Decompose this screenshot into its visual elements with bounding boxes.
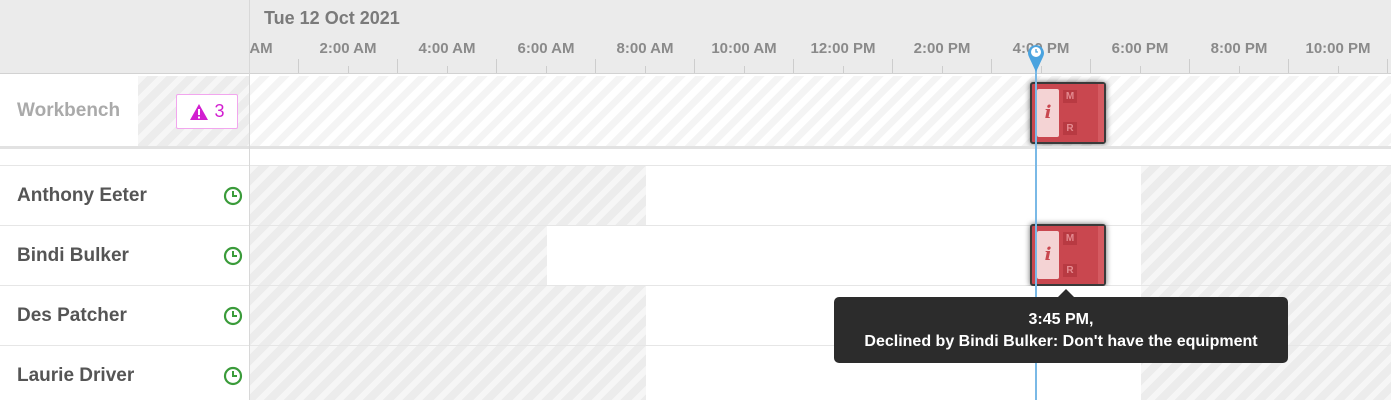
declined-job-block[interactable]: i M R: [1030, 224, 1106, 286]
time-tick-mark: [496, 59, 497, 73]
clock-icon[interactable]: [223, 246, 243, 266]
time-tick-mark: [743, 66, 745, 73]
time-tick-mark: [1090, 59, 1091, 73]
time-tick-mark: [397, 59, 398, 73]
time-tick-label: 6:00 AM: [517, 40, 575, 57]
clock-icon[interactable]: [223, 366, 243, 386]
lane-bindi-bulker[interactable]: i M R: [250, 224, 1391, 286]
resource-name: Laurie Driver: [17, 365, 135, 386]
section-divider: [0, 146, 249, 166]
time-tick-mark: [446, 66, 448, 73]
time-tick-mark: [892, 59, 893, 73]
m-flag-icon: M: [1063, 232, 1077, 245]
time-tick-label: 6:00 PM: [1111, 40, 1169, 57]
workbench-row[interactable]: Workbench 3: [0, 76, 249, 146]
time-tick-mark: [991, 59, 992, 73]
resource-column: Workbench 3 Anthony Eeter Bindi Bulker D…: [0, 0, 250, 400]
time-tick-mark: [842, 66, 844, 73]
tooltip: 3:45 PM, Declined by Bindi Bulker: Don't…: [834, 297, 1288, 363]
time-tick-label: 12:00 PM: [810, 40, 876, 57]
clock-icon[interactable]: [223, 186, 243, 206]
tooltip-arrow: [1058, 289, 1074, 297]
time-tick-mark: [644, 66, 646, 73]
resource-row-laurie-driver[interactable]: Laurie Driver: [0, 346, 249, 400]
section-divider: [250, 146, 1391, 166]
resource-name: Bindi Bulker: [17, 245, 129, 266]
date-label: Tue 12 Oct 2021: [264, 8, 400, 28]
time-tick-mark: [1139, 66, 1141, 73]
time-tick-mark: [1387, 59, 1388, 73]
time-tick-mark: [545, 66, 547, 73]
time-tick-label: 4:00 AM: [418, 40, 476, 57]
availability-block[interactable]: [646, 166, 1141, 225]
time-tick-label: 10:00 PM: [1305, 40, 1371, 57]
workbench-job-block[interactable]: i M R: [1030, 82, 1106, 144]
time-header: Tue 12 Oct 2021 0 AM 2:00 AM 4:00 AM 6:0…: [250, 0, 1391, 74]
workbench-lane[interactable]: i M R: [250, 76, 1391, 146]
time-tick-mark: [1288, 59, 1289, 73]
current-time-marker-icon[interactable]: [1027, 43, 1045, 73]
resource-row-bindi-bulker[interactable]: Bindi Bulker: [0, 226, 249, 286]
time-tick-mark: [298, 59, 299, 73]
r-flag-icon: R: [1063, 264, 1077, 277]
resource-name: Des Patcher: [17, 305, 127, 326]
header-corner: [0, 0, 249, 74]
time-tick-mark: [595, 59, 596, 73]
r-flag-icon: R: [1063, 122, 1077, 135]
warning-count: 3: [214, 101, 225, 121]
resource-row-anthony-eeter[interactable]: Anthony Eeter: [0, 166, 249, 226]
m-flag-icon: M: [1063, 90, 1077, 103]
time-tick-mark: [1238, 66, 1240, 73]
time-tick-mark: [694, 59, 695, 73]
tooltip-message: Declined by Bindi Bulker: Don't have the…: [864, 333, 1258, 350]
info-icon[interactable]: i: [1037, 89, 1059, 137]
resource-name: Anthony Eeter: [17, 185, 147, 206]
time-tick-mark: [347, 66, 349, 73]
info-icon[interactable]: i: [1037, 231, 1059, 279]
tooltip-time: 3:45 PM,: [1028, 311, 1094, 328]
time-tick-mark: [941, 66, 943, 73]
time-tick-label: 8:00 PM: [1210, 40, 1268, 57]
time-tick-mark: [1189, 59, 1190, 73]
job-stripe: [1098, 226, 1104, 284]
time-tick-label: 8:00 AM: [616, 40, 674, 57]
clock-icon[interactable]: [223, 306, 243, 326]
resource-row-des-patcher[interactable]: Des Patcher: [0, 286, 249, 346]
time-tick-label: 2:00 AM: [319, 40, 377, 57]
warning-triangle-icon: [190, 103, 209, 120]
time-tick-label: 2:00 PM: [913, 40, 971, 57]
workbench-label: Workbench: [0, 76, 138, 146]
time-tick-label: 0 AM: [250, 40, 273, 57]
lane-anthony-eeter[interactable]: [250, 166, 1391, 226]
job-stripe: [1098, 84, 1104, 142]
time-tick-mark: [793, 59, 794, 73]
time-tick-label: 10:00 AM: [711, 40, 777, 57]
time-tick-mark: [1337, 66, 1339, 73]
warning-badge[interactable]: 3: [176, 94, 238, 129]
